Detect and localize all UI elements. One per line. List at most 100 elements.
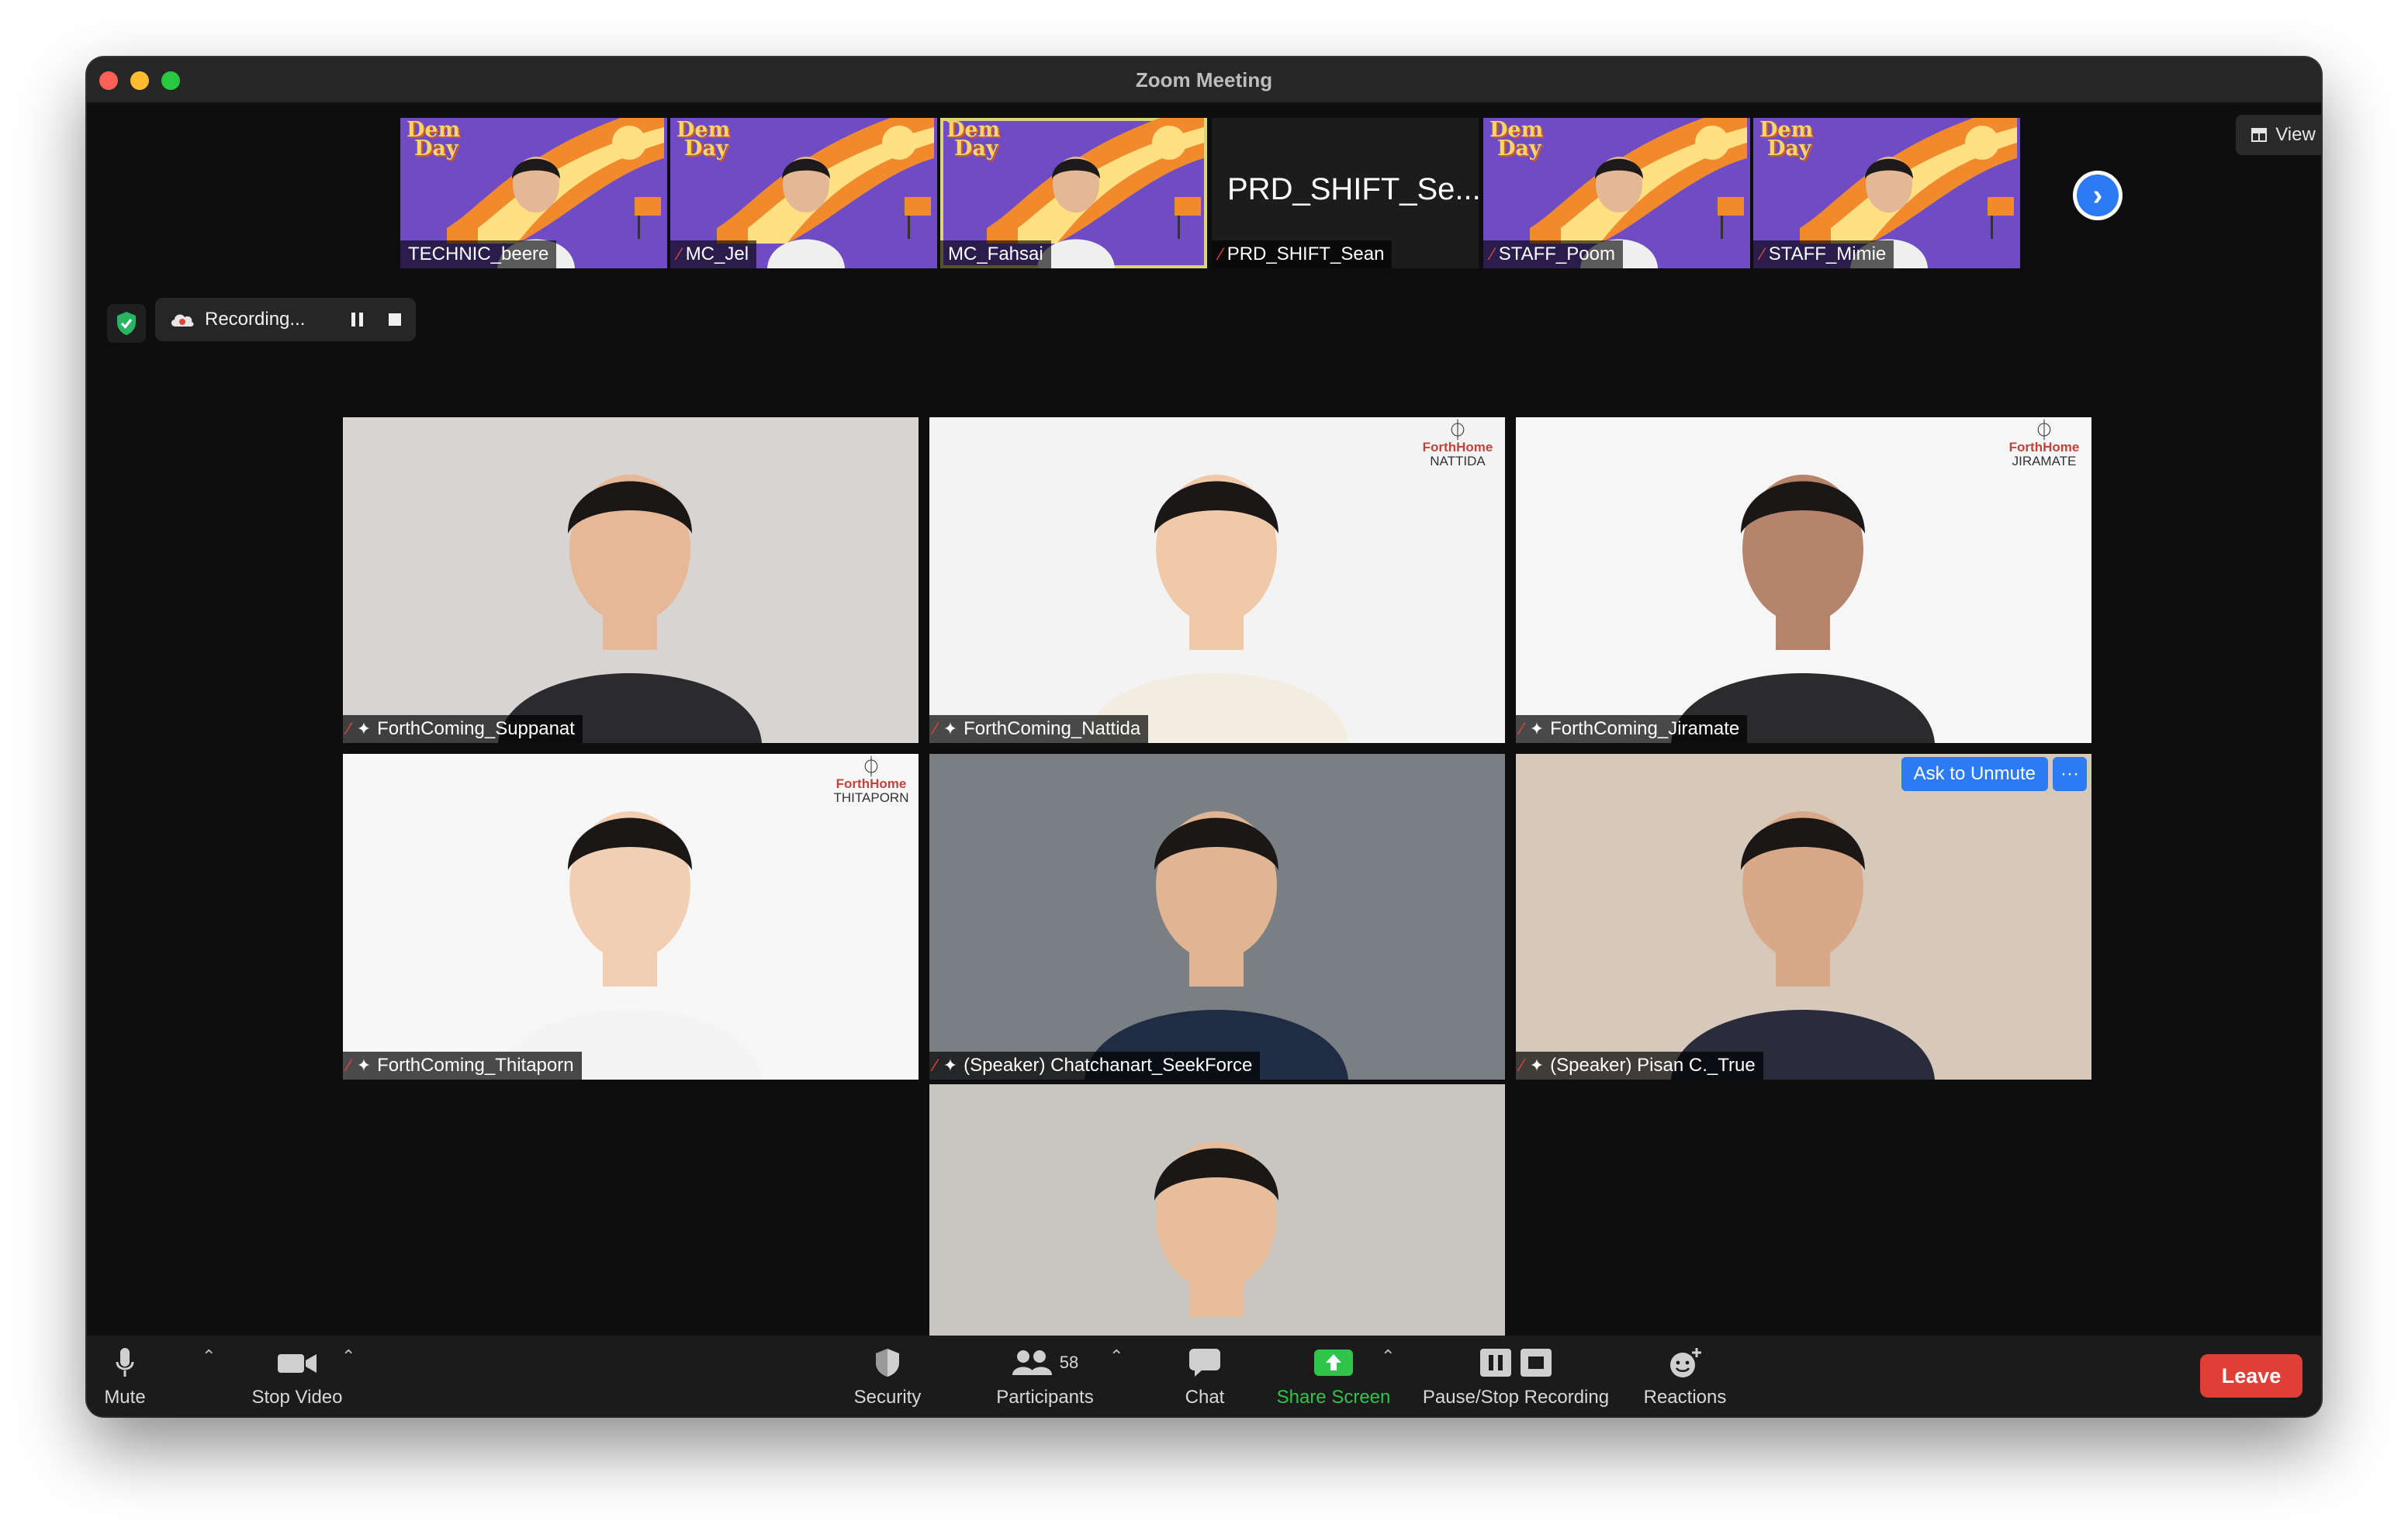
participant-thumbnail[interactable]: Dem Day ⁄ MC_Jel [670,118,937,268]
microphone-icon [87,1345,163,1381]
participant-name-label: ⁄ ✦ ForthComing_Nattida [929,715,1149,743]
participant-name-label: ⁄ MC_Jel [670,240,757,268]
participants-count: 58 [1059,1353,1079,1372]
participant-video-silhouette [767,157,845,268]
more-options-button[interactable]: ··· [2053,757,2087,791]
participants-options-caret-icon[interactable]: ⌃ [1109,1346,1123,1367]
share-screen-button[interactable]: Share Screen [1268,1343,1399,1413]
logo-brand-text: ForthHome [1422,440,1493,454]
pause-recording-button[interactable] [338,298,377,341]
mute-label: Mute [104,1387,146,1408]
reactions-button[interactable]: Reactions [1637,1343,1733,1413]
participant-name-label: ⁄ ✦ ForthComing_Thitaporn [343,1052,582,1080]
mute-button[interactable]: Mute [87,1343,163,1413]
forthhome-logo: ⏀ ForthHome NATTIDA [1415,420,1500,468]
participant-name-placeholder: PRD_SHIFT_Se... [1227,172,1479,206]
forthhome-logo-glyph-icon: ⏀ [2033,419,2054,442]
participants-icon: 58 [987,1345,1103,1381]
participant-name-label: MC_Fahsai [940,240,1051,268]
share-screen-label: Share Screen [1276,1387,1391,1408]
meeting-toolbar: Mute ⌃ Stop Video ⌃ Security 58 Particip… [87,1336,2321,1416]
emoji-reaction-icon [1637,1345,1733,1381]
demo-day-banner-text: Dem Day [407,118,461,161]
leave-meeting-button[interactable]: Leave [2200,1354,2302,1398]
logo-person-text: JIRAMATE [2012,454,2077,468]
participant-video-tile[interactable]: Ask to Unmute ··· ⁄ ✦ (Speaker) Pisan C._Tru… [1516,754,2091,1080]
demo-day-banner-text: Dem Day [676,118,731,161]
video-options-caret-icon[interactable]: ⌃ [341,1346,355,1367]
participant-name-text: STAFF_Poom [1498,244,1615,264]
security-shield-icon [846,1345,929,1381]
participant-thumbnail[interactable]: Dem Day MC_Fahsai [940,118,1207,268]
ask-to-unmute-button[interactable]: Ask to Unmute [1901,757,2048,791]
recording-label: Recording... [205,309,306,330]
participant-name-text: (Speaker) Chatchanart_SeekForce [964,1055,1253,1076]
muted-microphone-icon: ⁄ [1761,244,1764,264]
participant-thumbnail[interactable]: Dem Day ⁄ STAFF_Poom [1483,118,1750,268]
muted-microphone-icon: ⁄ [934,719,937,738]
muted-microphone-icon: ⁄ [678,244,681,264]
participant-video-tile[interactable]: ⏀ ForthHome JIRAMATE ⁄ ✦ ForthComing_Jiramate [1516,417,2091,743]
forthhome-logo-glyph-icon: ⏀ [860,755,881,779]
next-page-button[interactable]: › [2073,171,2123,220]
stop-video-label: Stop Video [251,1387,343,1408]
view-button[interactable]: View [2236,115,2321,155]
pause-stop-recording-button[interactable]: Pause/Stop Recording [1415,1343,1617,1413]
participant-video-feed [1085,811,1348,1080]
reactions-label: Reactions [1643,1387,1727,1408]
security-button[interactable]: Security [846,1343,929,1413]
participant-name-label: ⁄ ✦ (Speaker) Chatchanart_SeekForce [929,1052,1261,1080]
stop-recording-button[interactable] [375,298,414,341]
chevron-right-icon: › [2077,175,2119,216]
chat-button[interactable]: Chat [1162,1343,1247,1413]
participant-thumbnail[interactable]: Dem Day ⁄ STAFF_Mimie [1753,118,2020,268]
share-options-caret-icon[interactable]: ⌃ [1381,1346,1395,1367]
security-label: Security [853,1387,922,1408]
chat-label: Chat [1185,1387,1225,1408]
participant-video-tile[interactable]: ⏀ ForthHome THITAPORN ⁄ ✦ ForthComing_Thitapo… [343,754,919,1080]
participant-name-label: ⁄ ✦ ForthComing_Suppanat [343,715,583,743]
pin-icon: ✦ [1529,1056,1545,1075]
participant-name-label: ⁄ ✦ (Speaker) Pisan C._True [1516,1052,1763,1080]
participant-name-label: TECHNIC_beere [400,240,557,268]
participant-video-tile[interactable]: ⁄ ✦ (Speaker) Chatchanart_SeekForce [929,754,1505,1080]
participant-name-text: ForthComing_Nattida [964,718,1141,739]
participant-video-feed [1671,811,1935,1080]
participant-name-label: ⁄ ✦ ForthComing_Jiramate [1516,715,1748,743]
muted-microphone-icon: ⁄ [934,1056,937,1075]
title-bar: Zoom Meeting [87,57,2321,104]
participants-label: Participants [996,1387,1094,1408]
zoom-window: Zoom Meeting Dem Day TECHNIC_beere Dem Day ⁄ M… [87,57,2321,1416]
participant-name-text: ForthComing_Jiramate [1550,718,1740,739]
muted-microphone-icon: ⁄ [1521,719,1524,738]
participant-thumbnail[interactable]: PRD_SHIFT_Se... ⁄ PRD_SHIFT_Sean [1212,118,1479,268]
logo-brand-text: ForthHome [2008,440,2080,454]
logo-person-text: NATTIDA [1430,454,1486,468]
participant-video-tile[interactable]: ⏀ ForthHome NATTIDA ⁄ ✦ ForthComing_Nattida [929,417,1505,743]
participant-name-text: MC_Fahsai [948,244,1043,264]
demo-day-banner-text: Dem Day [946,118,1001,161]
demo-day-banner-text: Dem Day [1759,118,1814,161]
demo-day-banner-text: Dem Day [1489,118,1544,161]
encryption-shield-icon[interactable] [107,304,146,343]
cloud-recording-icon [171,314,194,327]
pause-stop-recording-label: Pause/Stop Recording [1422,1387,1610,1408]
forthhome-logo: ⏀ ForthHome JIRAMATE [2001,420,2087,468]
view-label: View [2275,124,2316,145]
muted-microphone-icon: ⁄ [1521,1056,1524,1075]
participants-button[interactable]: 58 Participants [987,1343,1103,1413]
pause-stop-icon [1415,1345,1617,1381]
participant-video-tile[interactable]: ⁄ ✦ ForthComing_Suppanat [343,417,919,743]
chat-bubble-icon [1162,1345,1247,1381]
participant-name-text: TECHNIC_beere [408,244,549,264]
window-title: Zoom Meeting [1135,68,1273,92]
muted-microphone-icon: ⁄ [1220,244,1223,264]
logo-brand-text: ForthHome [836,776,907,791]
pin-icon: ✦ [1529,719,1545,738]
grid-icon [2251,128,2268,142]
participant-name-text: PRD_SHIFT_Sean [1226,244,1385,264]
audio-options-caret-icon[interactable]: ⌃ [202,1346,216,1367]
logo-person-text: THITAPORN [833,790,909,805]
muted-microphone-icon: ⁄ [1491,244,1494,264]
participant-thumbnail[interactable]: Dem Day TECHNIC_beere [400,118,667,268]
